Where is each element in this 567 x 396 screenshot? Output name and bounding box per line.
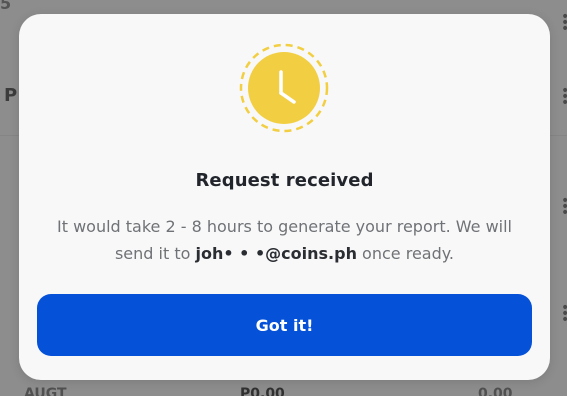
masked-email: joh• • •@coins.ph <box>195 244 357 263</box>
row-menu-icon[interactable]: ••• <box>561 301 567 327</box>
request-received-dialog: Request received It would take 2 - 8 hou… <box>19 14 550 380</box>
background-bottom-amount: P0.00 <box>240 386 285 396</box>
clock-icon <box>239 43 329 133</box>
background-bottom-label: AUGT <box>24 386 67 396</box>
background-row-label: P <box>4 85 18 106</box>
row-menu-icon[interactable]: ••• <box>561 84 567 110</box>
dialog-message: It would take 2 - 8 hours to generate yo… <box>45 213 524 267</box>
got-it-button[interactable]: Got it! <box>37 294 532 356</box>
message-text-end: once ready. <box>356 244 455 263</box>
row-menu-icon[interactable]: ••• <box>561 194 567 220</box>
dialog-title: Request received <box>195 170 374 191</box>
row-menu-icon[interactable]: ••• <box>561 10 567 36</box>
background-top-label: 5 <box>0 0 12 13</box>
background-bottom-value: 0.00 <box>478 386 513 396</box>
